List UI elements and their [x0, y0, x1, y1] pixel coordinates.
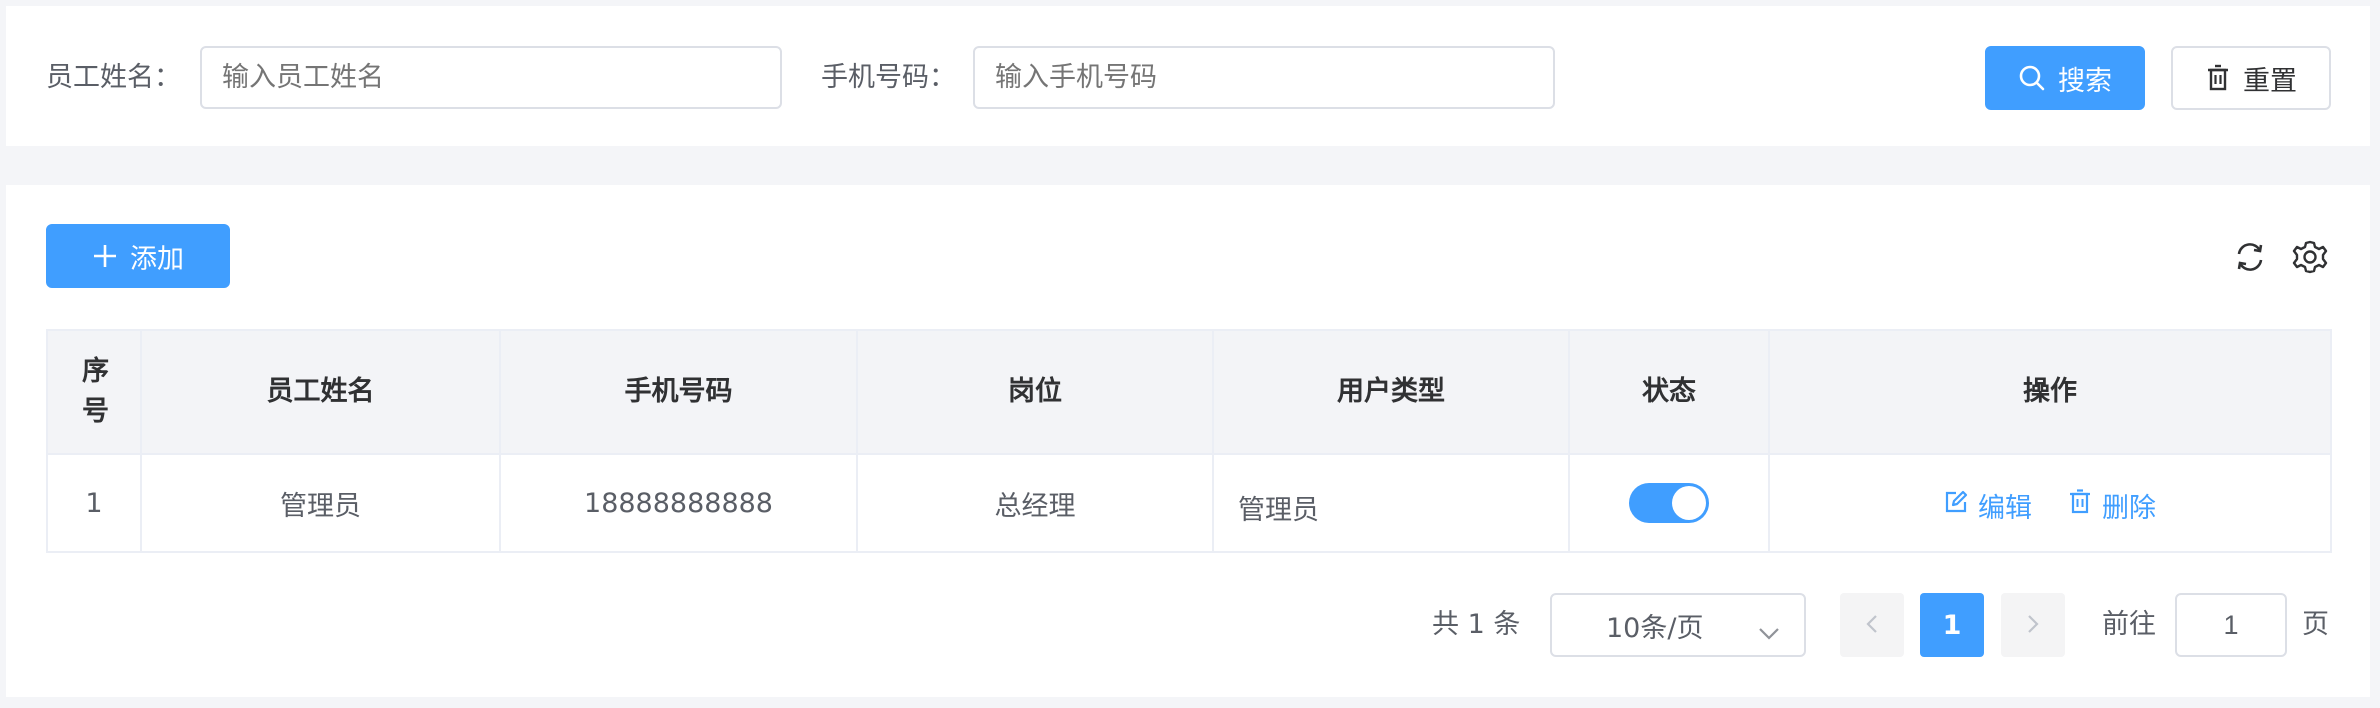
trash-icon: [2205, 64, 2231, 92]
trash-icon: [2068, 488, 2092, 522]
employee-table: 序号 员工姓名 手机号码 岗位 用户类型 状态 操作 1 管理员 1888888…: [46, 329, 2332, 553]
page-suffix-label: 页: [2302, 609, 2329, 640]
table-header-row: 序号 员工姓名 手机号码 岗位 用户类型 状态 操作: [46, 329, 2332, 455]
page-size-value: 10条/页: [1606, 612, 1704, 644]
chevron-right-icon: [2027, 610, 2039, 641]
pagination-total: 共 1 条: [1432, 609, 1521, 640]
column-header-name: 员工姓名: [140, 329, 501, 455]
edit-label: 编辑: [1978, 492, 2032, 524]
delete-label: 删除: [2102, 492, 2156, 524]
column-header-index: 序号: [46, 329, 142, 455]
cell-phone: 18888888888: [499, 453, 858, 553]
plus-icon: [92, 243, 118, 269]
status-toggle[interactable]: [1629, 483, 1709, 523]
page-number-1[interactable]: 1: [1920, 593, 1984, 657]
column-header-position: 岗位: [856, 329, 1214, 455]
cell-user-type: 管理员: [1212, 453, 1570, 553]
page-size-select[interactable]: 10条/页: [1550, 593, 1806, 657]
goto-label: 前往: [2102, 609, 2156, 640]
gear-icon[interactable]: [2292, 239, 2328, 275]
column-header-phone: 手机号码: [499, 329, 858, 455]
edit-icon: [1944, 490, 1968, 521]
cell-index: 1: [46, 453, 142, 553]
chevron-down-icon: [1758, 617, 1780, 648]
search-panel: 员工姓名： 手机号码： 搜索 重置: [6, 6, 2370, 146]
add-button[interactable]: 添加: [46, 224, 230, 288]
goto-page-input[interactable]: [2175, 593, 2287, 657]
prev-page-button[interactable]: [1840, 593, 1904, 657]
employee-name-label: 员工姓名：: [46, 62, 181, 93]
toggle-knob: [1672, 486, 1706, 520]
reset-button[interactable]: 重置: [2171, 46, 2331, 110]
employee-name-input[interactable]: [200, 46, 782, 109]
refresh-icon[interactable]: [2232, 239, 2268, 275]
search-button-label: 搜索: [2058, 65, 2112, 97]
phone-label: 手机号码：: [821, 62, 956, 93]
search-button[interactable]: 搜索: [1985, 46, 2145, 110]
employee-list-panel: 添加 序号 员工姓名 手机号码 岗位 用户类型 状态 操作 1 管理员 1888…: [6, 185, 2370, 697]
cell-name: 管理员: [140, 453, 501, 553]
column-header-actions: 操作: [1768, 329, 2332, 455]
column-header-status: 状态: [1568, 329, 1770, 455]
add-button-label: 添加: [130, 243, 184, 275]
cell-actions: 编辑 删除: [1768, 453, 2332, 553]
delete-button[interactable]: 删除: [2068, 486, 2156, 525]
cell-position: 总经理: [856, 453, 1214, 553]
search-icon: [2018, 64, 2046, 92]
cell-status: [1568, 453, 1770, 553]
next-page-button[interactable]: [2001, 593, 2065, 657]
phone-input[interactable]: [973, 46, 1555, 109]
chevron-left-icon: [1866, 610, 1878, 641]
column-header-user-type: 用户类型: [1212, 329, 1570, 455]
reset-button-label: 重置: [2243, 65, 2297, 97]
edit-button[interactable]: 编辑: [1944, 486, 2032, 525]
table-row: 1 管理员 18888888888 总经理 管理员 编辑 删除: [46, 453, 2332, 553]
